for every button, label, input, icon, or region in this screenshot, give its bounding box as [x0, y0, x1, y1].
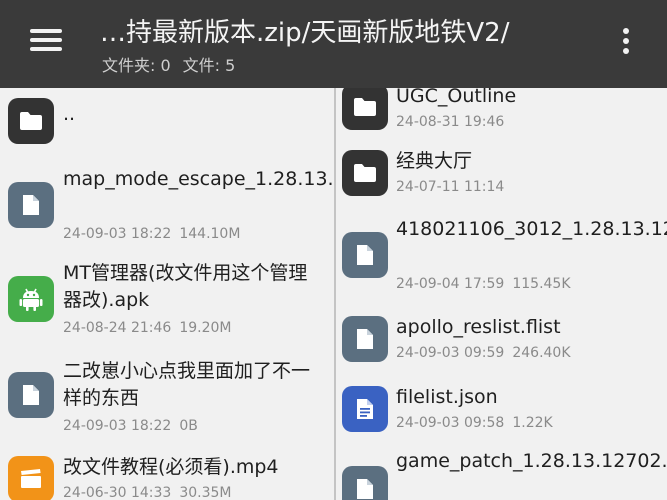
file-meta: 24-09-03 09:59 246.40K: [396, 345, 571, 361]
file-size: 115.45K: [512, 276, 571, 292]
file-meta: 24-06-30 14:33 30.35M: [63, 485, 232, 500]
file-meta: 24-08-24 21:46 19.20M: [63, 320, 232, 336]
file-meta: 24-09-03 09:58 1.22K: [396, 415, 553, 431]
file-date: 24-09-03 09:58: [396, 415, 505, 431]
file-date: 24-09-03 18:22: [63, 418, 172, 434]
app-bar: …持最新版本.zip/天画新版地铁V2/ 文件夹: 0 文件: 5: [0, 0, 667, 88]
file-name: MT管理器(改文件用这个管理器改).apk: [63, 262, 308, 311]
file-size: 144.10M: [179, 226, 241, 242]
file-name: 经典大厅: [396, 150, 473, 172]
file-size: 30.35M: [179, 485, 232, 500]
file-date: 24-09-03 18:22: [63, 226, 172, 242]
menu-icon[interactable]: [28, 26, 64, 54]
file-size: 246.40K: [512, 345, 571, 361]
file-date: 24-08-31 19:46: [396, 114, 505, 130]
file-icon: [8, 182, 54, 228]
path-title: …持最新版本.zip/天画新版地铁V2/: [100, 18, 510, 48]
file-meta: 24-09-04 17:59 115.45K: [396, 276, 571, 292]
list-item[interactable]: MT管理器(改文件用这个管理器改).apk 24-08-24 21:46 19.2…: [0, 258, 334, 344]
file-count: 文件: 5: [182, 56, 236, 75]
file-size: 1.22K: [512, 415, 553, 431]
file-date: 24-08-24 21:46: [63, 320, 172, 336]
folder-icon: [342, 88, 388, 130]
file-meta: 24-07-11 11:14: [396, 179, 504, 195]
list-item[interactable]: game_patch_1.28.13.12702.pak: [336, 448, 667, 500]
file-name: ..: [63, 103, 76, 125]
file-icon: [342, 232, 388, 278]
folder-icon: [342, 150, 388, 196]
file-meta: 24-09-03 18:22 144.10M: [63, 226, 240, 242]
file-name: UGC_Outline: [396, 88, 517, 107]
file-name: 改文件教程(必须看).mp4: [63, 456, 279, 478]
file-date: 24-07-11 11:14: [396, 179, 505, 195]
file-name: apollo_reslist.flist: [396, 316, 561, 338]
list-item[interactable]: map_mode_escape_1.28.13.12700.pak 24-09-…: [0, 164, 334, 250]
list-item[interactable]: filelist.json 24-09-03 09:58 1.22K: [336, 382, 667, 442]
list-item[interactable]: 二改崽小心点我里面加了不一样的东西 24-09-03 18:22 0B: [0, 354, 334, 440]
right-file-pane[interactable]: UGC_Outline 24-08-31 19:46 经典大厅 24-07-11…: [336, 88, 667, 500]
file-meta: 24-08-31 19:46: [396, 114, 504, 130]
file-name: map_mode_escape_1.28.13.12700.pak: [63, 168, 334, 190]
folder-count: 文件夹: 0: [102, 56, 171, 75]
video-icon: [8, 456, 54, 500]
file-date: 24-06-30 14:33: [63, 485, 172, 500]
list-item[interactable]: 经典大厅 24-07-11 11:14: [336, 146, 667, 206]
android-icon: [8, 276, 54, 322]
file-size: 19.20M: [179, 320, 232, 336]
folder-icon: [8, 98, 54, 144]
file-date: 24-09-04 17:59: [396, 276, 505, 292]
file-icon: [8, 372, 54, 418]
file-icon: [342, 316, 388, 362]
file-size: 0B: [179, 418, 198, 434]
left-file-pane[interactable]: .. map_mode_escape_1.28.13.12700.pak 24-…: [0, 88, 334, 500]
file-name: game_patch_1.28.13.12702.pak: [396, 450, 667, 472]
file-name: 418021106_3012_1.28.13.12710_20240904040…: [396, 218, 667, 240]
path-subtitle: 文件夹: 0 文件: 5: [102, 52, 235, 76]
file-name: filelist.json: [396, 386, 498, 408]
list-item[interactable]: 改文件教程(必须看).mp4 24-06-30 14:33 30.35M: [0, 452, 334, 500]
file-meta: 24-09-03 18:22 0B: [63, 418, 198, 434]
list-item[interactable]: apollo_reslist.flist 24-09-03 09:59 246.4…: [336, 312, 667, 372]
more-options-icon[interactable]: [614, 26, 638, 58]
document-icon: [342, 386, 388, 432]
file-date: 24-09-03 09:59: [396, 345, 505, 361]
file-icon: [342, 466, 388, 500]
list-item-parent-dir[interactable]: ..: [0, 88, 334, 152]
list-item[interactable]: 418021106_3012_1.28.13.12710_20240904040…: [336, 216, 667, 302]
file-name: 二改崽小心点我里面加了不一样的东西: [63, 360, 311, 409]
list-item[interactable]: UGC_Outline 24-08-31 19:46: [336, 88, 667, 136]
